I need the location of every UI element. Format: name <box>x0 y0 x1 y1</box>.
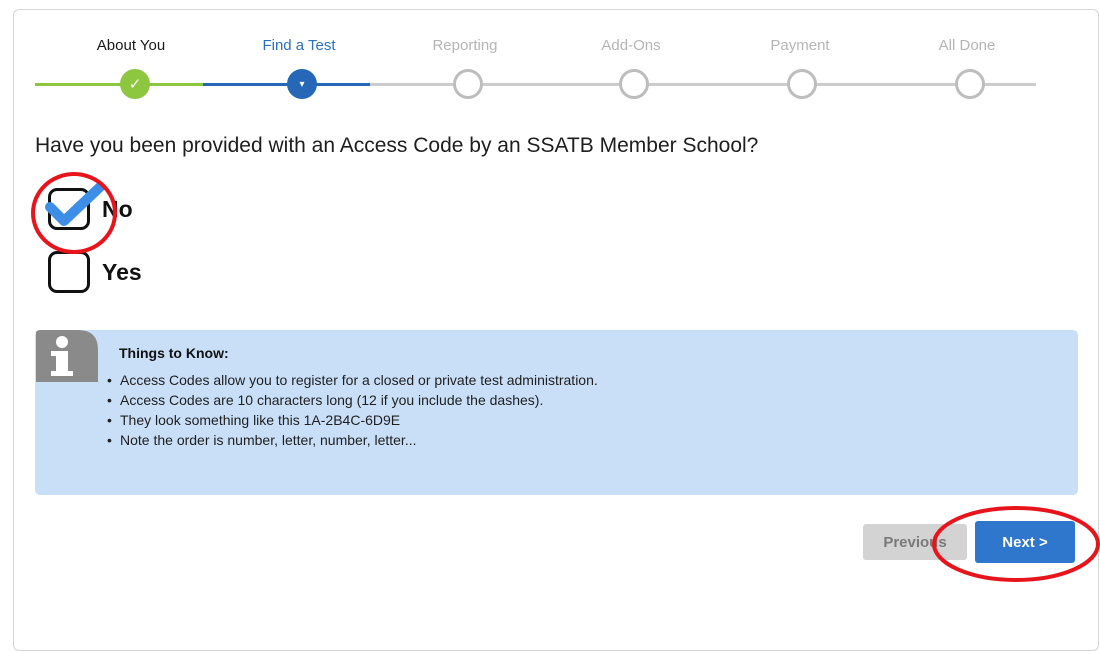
step-label-find-a-test: Find a Test <box>262 37 336 54</box>
chevron-down-icon: ▾ <box>299 78 305 90</box>
list-item: • Access Codes allow you to register for … <box>107 372 598 388</box>
step-node-about-you[interactable]: ✓ <box>120 69 150 99</box>
option-no[interactable]: No <box>45 183 133 230</box>
checkmark-icon <box>45 183 105 226</box>
info-title: Things to Know: <box>119 345 229 361</box>
info-list: • Access Codes allow you to register for … <box>107 370 598 450</box>
step-label-about-you: About You <box>96 37 166 54</box>
step-node-reporting <box>453 69 483 99</box>
things-to-know-panel: Things to Know: • Access Codes allow you … <box>35 330 1078 495</box>
step-label-payment: Payment <box>770 37 830 54</box>
list-item: • They look something like this 1A-2B4C-6… <box>107 412 401 428</box>
step-node-payment <box>787 69 817 99</box>
option-no-label: No <box>102 195 133 222</box>
step-node-find-a-test[interactable]: ▾ <box>287 69 317 99</box>
option-yes[interactable]: Yes <box>48 251 142 293</box>
previous-button[interactable]: Previous <box>863 524 967 560</box>
step-label-add-ons: Add-Ons <box>601 37 661 54</box>
step-label-all-done: All Done <box>938 37 996 54</box>
option-yes-label: Yes <box>102 258 142 285</box>
list-item: • Note the order is number, letter, numbe… <box>107 432 417 448</box>
checkbox-no[interactable] <box>45 183 105 230</box>
step-node-add-ons <box>619 69 649 99</box>
list-item: • Access Codes are 10 characters long (12… <box>107 392 544 408</box>
checkmark-icon: ✓ <box>128 76 142 93</box>
info-icon <box>36 330 98 382</box>
step-node-all-done <box>955 69 985 99</box>
next-button[interactable]: Next > <box>975 521 1075 563</box>
access-code-question: Have you been provided with an Access Co… <box>35 134 759 157</box>
step-label-reporting: Reporting <box>432 37 498 54</box>
track-done <box>35 83 203 86</box>
checkbox-yes[interactable] <box>48 251 90 293</box>
